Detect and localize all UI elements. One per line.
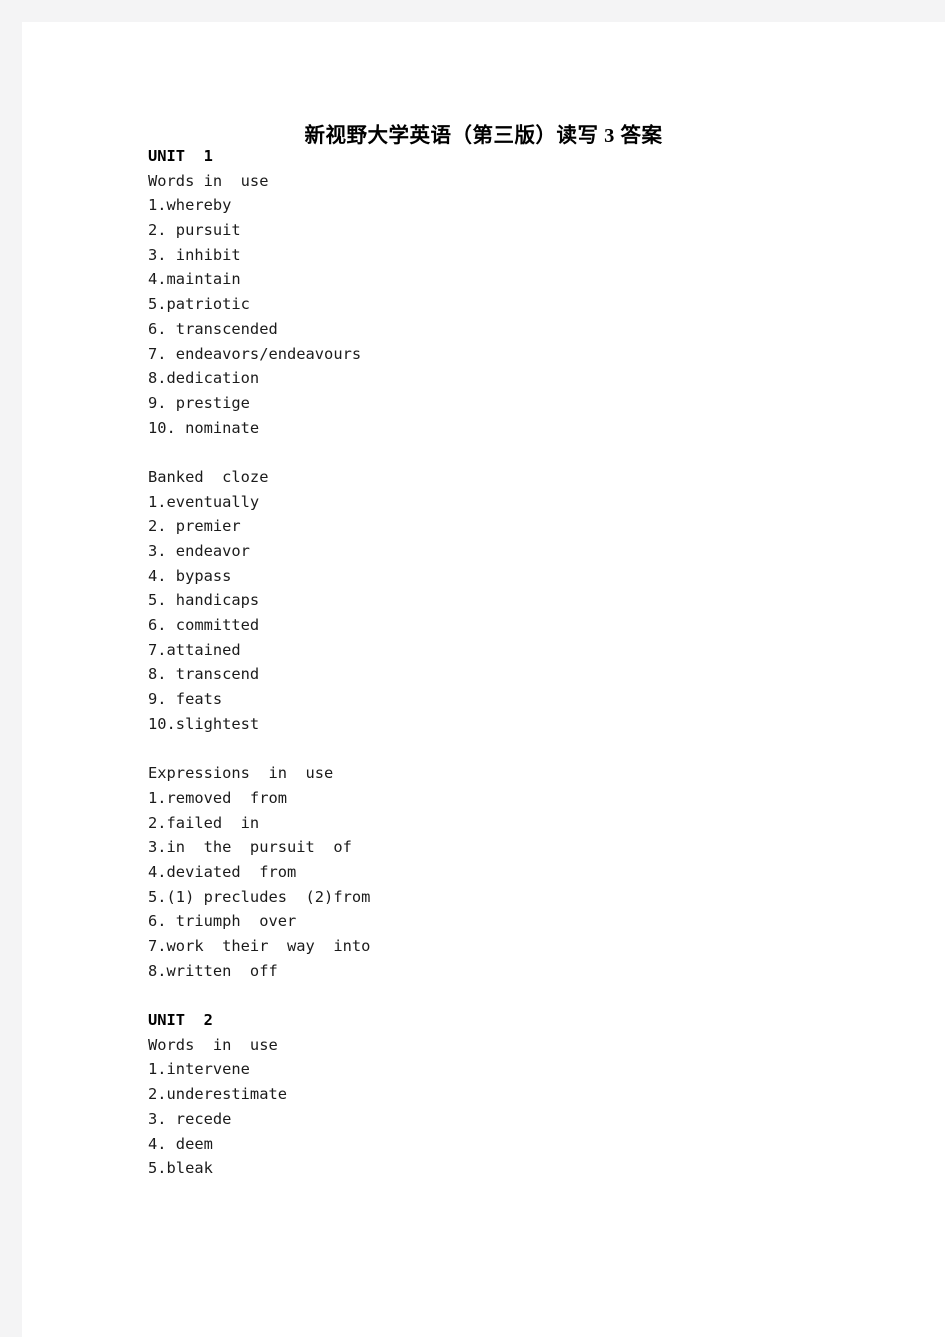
answer-line: 9. feats bbox=[148, 690, 223, 709]
answer-line: 5.(1) precludes (2)from bbox=[148, 887, 371, 906]
answer-line: 1.eventually bbox=[148, 492, 260, 511]
answer-line: 8.dedication bbox=[148, 369, 260, 388]
answer-line: 6. transcended bbox=[148, 319, 278, 338]
answer-line: 5.bleak bbox=[148, 1159, 213, 1178]
answer-line: 1.removed from bbox=[148, 788, 287, 807]
line-spacer bbox=[148, 440, 928, 465]
answer-line: 5. handicaps bbox=[148, 591, 260, 610]
answer-line: 10.slightest bbox=[148, 714, 260, 733]
line-spacer bbox=[148, 737, 928, 762]
answer-line: 4.maintain bbox=[148, 270, 241, 289]
answer-line: 4. deem bbox=[148, 1134, 213, 1153]
answer-line: 2. premier bbox=[148, 517, 241, 536]
answer-key-content: UNIT 1 Words in use 1.whereby 2. pursuit 3. … bbox=[148, 144, 928, 1181]
answer-line: 8.written off bbox=[148, 961, 278, 980]
section-heading: Banked cloze bbox=[148, 467, 269, 486]
section-heading: Expressions in use bbox=[148, 764, 334, 783]
answer-line: 1.intervene bbox=[148, 1060, 250, 1079]
unit-heading: UNIT 2 bbox=[148, 1011, 213, 1030]
unit-heading: UNIT 1 bbox=[148, 147, 213, 165]
answer-line: 2.failed in bbox=[148, 813, 260, 832]
answer-line: 4. bypass bbox=[148, 566, 232, 585]
answer-line: 9. prestige bbox=[148, 393, 250, 412]
answer-line: 5.patriotic bbox=[148, 295, 250, 314]
line-spacer bbox=[148, 983, 928, 1008]
answer-line: 3. inhibit bbox=[148, 245, 241, 264]
answer-line: 6. committed bbox=[148, 616, 260, 635]
answer-line: 4.deviated from bbox=[148, 862, 297, 881]
answer-line: 1.whereby bbox=[148, 196, 232, 215]
answer-line: 10. nominate bbox=[148, 418, 260, 437]
answer-line: 3.in the pursuit of bbox=[148, 838, 352, 857]
answer-line: 3. recede bbox=[148, 1109, 232, 1128]
answer-line: 7. endeavors/endeavours bbox=[148, 344, 362, 363]
answer-line: 2. pursuit bbox=[148, 221, 241, 240]
answer-line: 2.underestimate bbox=[148, 1085, 287, 1104]
answer-line: 3. endeavor bbox=[148, 542, 250, 560]
document-page: 新视野大学英语（第三版）读写 3 答案 UNIT 1 Words in use 1.… bbox=[22, 22, 945, 1337]
answer-line: 8. transcend bbox=[148, 665, 260, 684]
section-heading: Words in use bbox=[148, 1035, 278, 1054]
answer-line: 7.work their way into bbox=[148, 937, 371, 955]
section-heading: Words in use bbox=[148, 171, 269, 190]
answer-line: 7.attained bbox=[148, 640, 241, 659]
answer-line: 6. triumph over bbox=[148, 912, 297, 931]
